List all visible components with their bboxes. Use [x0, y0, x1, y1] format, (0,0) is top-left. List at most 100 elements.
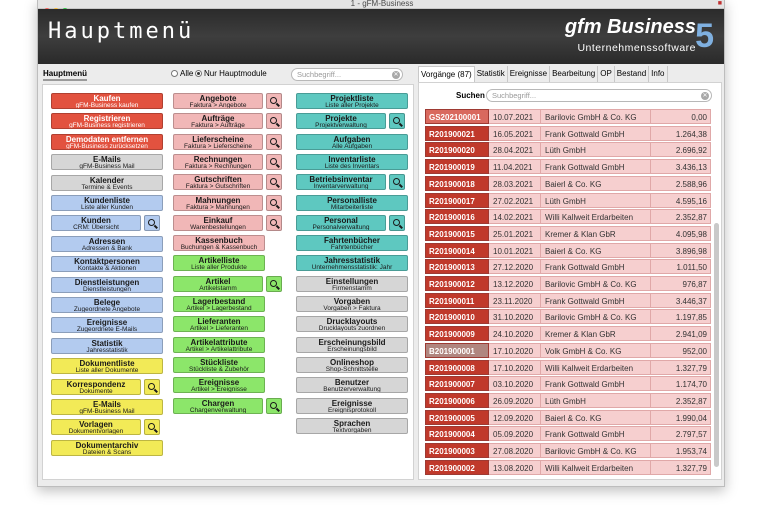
menu-button-sprachen[interactable]: Sprachen Textvorgaben — [296, 418, 408, 434]
table-row[interactable]: R201900018 28.03.2021 Baierl & Co. KG 2.588… — [425, 175, 711, 191]
tab-bestand[interactable]: Bestand — [615, 66, 650, 82]
table-row[interactable]: R201900008 17.10.2020 Willi Kallweit Erdar… — [425, 359, 711, 375]
menu-button-artikelliste[interactable]: Artikelliste Liste aller Produkte — [173, 255, 265, 271]
menu-button-jahresstatistik[interactable]: Jahresstatistik Unternehmensstatistik: Ja… — [296, 255, 408, 271]
menu-button-inventarliste[interactable]: Inventarliste Liste des Inventars — [296, 154, 408, 170]
search-chargen-button[interactable] — [266, 398, 282, 414]
radio-main-modules[interactable]: Nur Hauptmodule — [195, 69, 267, 78]
menu-button-e-mails[interactable]: E-Mails gFM-Business Mail — [51, 154, 163, 170]
table-row[interactable]: GS202100001 10.07.2021 Barilovic GmbH & Co… — [425, 109, 711, 124]
menu-button-ereignisse[interactable]: Ereignisse Ereignisprotokoll — [296, 398, 408, 414]
search-personal-button[interactable] — [389, 215, 405, 231]
tab-statistik[interactable]: Statistik — [475, 66, 508, 82]
clear-search-icon[interactable]: ✕ — [701, 91, 709, 100]
vertical-scrollbar[interactable] — [714, 223, 719, 467]
menu-button-mahnungen[interactable]: Mahnungen Faktura > Mahnungen — [173, 195, 263, 211]
search-kunden-button[interactable] — [144, 215, 160, 231]
menu-button-adressen[interactable]: Adressen Adressen & Bank — [51, 236, 163, 252]
menu-button-registrieren[interactable]: Registrieren gFM-Business registrieren — [51, 113, 163, 129]
table-row[interactable]: R201900011 23.11.2020 Frank Gottwald GmbH 3… — [425, 292, 711, 308]
menu-button-vorgaben[interactable]: Vorgaben Vorgaben > Faktura — [296, 296, 408, 312]
table-row[interactable]: R201900017 27.02.2021 Lüth GmbH 4.595,16 — [425, 192, 711, 208]
tab-op[interactable]: OP — [598, 66, 615, 82]
tab-info[interactable]: Info — [649, 66, 668, 82]
table-row[interactable]: R201900013 27.12.2020 Frank Gottwald GmbH 1… — [425, 259, 711, 275]
menu-button-chargen[interactable]: Chargen Chargenverwaltung — [173, 398, 263, 414]
menu-button-e-mails[interactable]: E-Mails gFM-Business Mail — [51, 399, 163, 415]
table-row[interactable]: R201900010 31.10.2020 Barilovic GmbH & Co.… — [425, 309, 711, 325]
search-projekte-button[interactable] — [389, 113, 405, 129]
menu-search-input[interactable]: Suchbegriff... ✕ — [291, 68, 403, 81]
search-einkauf-button[interactable] — [266, 215, 282, 231]
menu-button-dokumentliste[interactable]: Dokumentliste Liste aller Dokumente — [51, 358, 163, 374]
search-artikel-button[interactable] — [266, 276, 282, 292]
menu-button-korrespondenz[interactable]: Korrespondenz Dokumente — [51, 379, 141, 395]
tab-vorgaenge-87[interactable]: Vorgänge (87) — [418, 66, 475, 82]
table-row[interactable]: R201900006 26.09.2020 Lüth GmbH 2.352,87 — [425, 392, 711, 408]
radio-all[interactable]: Alle — [171, 69, 193, 78]
menu-button-auftraege[interactable]: Aufträge Faktura > Aufträge — [173, 113, 263, 129]
menu-button-benutzer[interactable]: Benutzer Benutzerverwaltung — [296, 377, 408, 393]
table-row[interactable]: R201900019 11.04.2021 Frank Gottwald GmbH 3… — [425, 159, 711, 175]
menu-button-kaufen[interactable]: Kaufen gFM-Business kaufen — [51, 93, 163, 109]
menu-button-personal[interactable]: Personal Personalverwaltung — [296, 215, 386, 231]
menu-button-kalender[interactable]: Kalender Termine & Events — [51, 175, 163, 191]
menu-button-lagerbestand[interactable]: Lagerbestand Artikel > Lagerbestand — [173, 296, 265, 312]
menu-button-gutschriften[interactable]: Gutschriften Faktura > Gutschriften — [173, 174, 263, 190]
search-mahnungen-button[interactable] — [266, 195, 282, 211]
transactions-search-input[interactable]: Suchbegriff... ✕ — [486, 89, 712, 102]
menu-button-fahrtenbuecher[interactable]: Fahrtenbücher Fahrtenbücher — [296, 235, 408, 251]
menu-button-vorlagen[interactable]: Vorlagen Dokumentvorlagen — [51, 419, 141, 435]
search-betriebsinventar-button[interactable] — [389, 174, 405, 190]
table-row[interactable]: R201900004 05.09.2020 Frank Gottwald GmbH 2… — [425, 426, 711, 442]
menu-button-kundenliste[interactable]: Kundenliste Liste aller Kunden — [51, 195, 163, 211]
menu-button-betriebsinventar[interactable]: Betriebsinventar Inventarverwaltung — [296, 174, 386, 190]
menu-button-demodaten-entfernen[interactable]: Demodaten entfernen gFM-Business zurückse… — [51, 134, 163, 150]
menu-button-artikel[interactable]: Artikel Artikelstamm — [173, 276, 263, 292]
menu-button-einkauf[interactable]: Einkauf Warenbestellungen — [173, 215, 263, 231]
tab-bearbeitung[interactable]: Bearbeitung — [550, 66, 599, 82]
table-row[interactable]: R201900005 12.09.2020 Baierl & Co. KG 1.990… — [425, 409, 711, 425]
search-vorlagen-button[interactable] — [144, 419, 160, 435]
menu-button-ereignisse[interactable]: Ereignisse Zugeordnete E-Mails — [51, 317, 163, 333]
menu-button-erscheinungsbild[interactable]: Erscheinungsbild Erscheinungsbild — [296, 337, 408, 353]
menu-button-artikelattribute[interactable]: Artikelattribute Artikel > Artikelattribu… — [173, 337, 265, 353]
table-row[interactable]: R201900015 25.01.2021 Kremer & Klan GbR 4.0… — [425, 225, 711, 241]
table-row[interactable]: R201900003 27.08.2020 Barilovic GmbH & Co.… — [425, 443, 711, 458]
menu-button-projekte[interactable]: Projekte Projektverwaltung — [296, 113, 386, 129]
search-lieferscheine-button[interactable] — [266, 134, 282, 150]
menu-button-drucklayouts[interactable]: Drucklayouts Drucklayouts zuordnen — [296, 316, 408, 332]
menu-button-stueckliste[interactable]: Stückliste Stückliste & Zubehör — [173, 357, 265, 373]
search-rechnungen-button[interactable] — [266, 154, 282, 170]
table-row[interactable]: R201900014 10.01.2021 Baierl & Co. KG 3.896… — [425, 242, 711, 258]
search-korrespondenz-button[interactable] — [144, 379, 160, 395]
menu-button-lieferanten[interactable]: Lieferanten Artikel > Lieferanten — [173, 316, 265, 332]
table-row[interactable]: R201900009 24.10.2020 Kremer & Klan GbR 2.9… — [425, 326, 711, 342]
table-row[interactable]: B201900001 17.10.2020 Volk GmbH & Co. KG 95… — [425, 342, 711, 358]
menu-button-projektliste[interactable]: Projektliste Liste aller Projekte — [296, 93, 408, 109]
table-row[interactable]: R201900002 13.08.2020 Willi Kallweit Erdar… — [425, 459, 711, 475]
table-row[interactable]: R201900020 28.04.2021 Lüth GmbH 2.696,92 — [425, 142, 711, 158]
table-row[interactable]: R201900007 03.10.2020 Frank Gottwald GmbH 1… — [425, 376, 711, 392]
menu-button-kunden[interactable]: Kunden CRM: Übersicht — [51, 215, 141, 231]
tab-hauptmenu[interactable]: Hauptmenü — [43, 69, 87, 81]
menu-button-belege[interactable]: Belege Zugeordnete Angebote — [51, 297, 163, 313]
search-auftraege-button[interactable] — [266, 113, 282, 129]
search-gutschriften-button[interactable] — [266, 174, 282, 190]
menu-button-dienstleistungen[interactable]: Dienstleistungen Dienstleistungen — [51, 277, 163, 293]
menu-button-einstellungen[interactable]: Einstellungen Firmenstamm — [296, 276, 408, 292]
menu-button-aufgaben[interactable]: Aufgaben Alle Aufgaben — [296, 134, 408, 150]
table-row[interactable]: R201900021 16.05.2021 Frank Gottwald GmbH 1… — [425, 125, 711, 141]
menu-button-lieferscheine[interactable]: Lieferscheine Faktura > Lieferscheine — [173, 134, 263, 150]
menu-button-kassenbuch[interactable]: Kassenbuch Buchungen & Kassenbuch — [173, 235, 265, 251]
clear-search-icon[interactable]: ✕ — [392, 70, 400, 79]
search-angebote-button[interactable] — [266, 93, 282, 109]
menu-button-ereignisse[interactable]: Ereignisse Artikel > Ereignisse — [173, 377, 265, 393]
menu-button-statistik[interactable]: Statistik Jahresstatistik — [51, 338, 163, 354]
menu-button-dokumentarchiv[interactable]: Dokumentarchiv Dateien & Scans — [51, 440, 163, 456]
table-row[interactable]: R201900016 14.02.2021 Willi Kallweit Erdar… — [425, 209, 711, 225]
menu-button-personalliste[interactable]: Personalliste Mitarbeiterliste — [296, 195, 408, 211]
menu-button-rechnungen[interactable]: Rechnungen Faktura > Rechnungen — [173, 154, 263, 170]
table-row[interactable]: R201900012 13.12.2020 Barilovic GmbH & Co.… — [425, 276, 711, 291]
menu-button-onlineshop[interactable]: Onlineshop Shop-Schnittstelle — [296, 357, 408, 373]
